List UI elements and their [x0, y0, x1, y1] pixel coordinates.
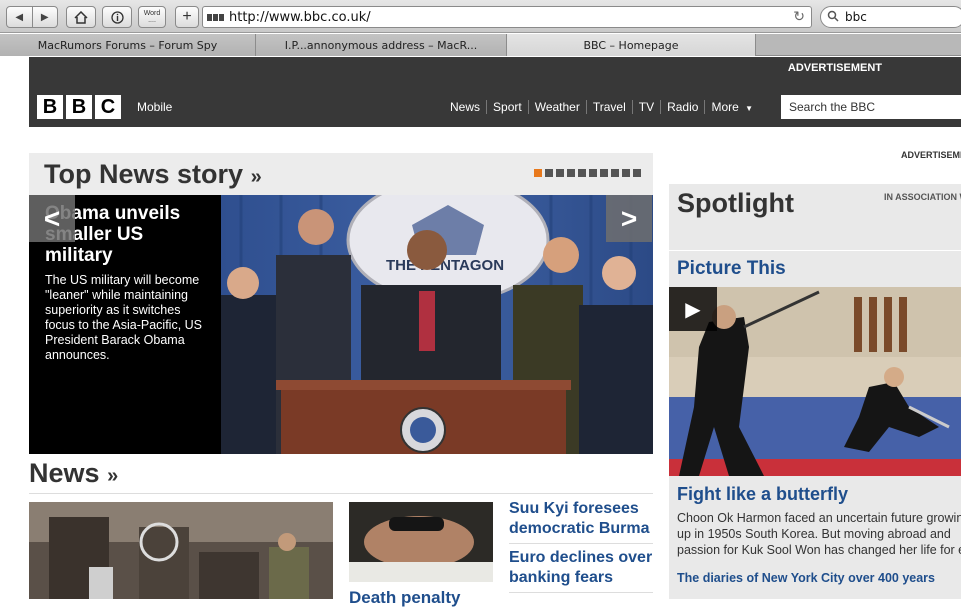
- carousel-dot[interactable]: [600, 169, 608, 177]
- nav-more-label: More: [711, 100, 739, 114]
- explosion-scene-photo[interactable]: [29, 502, 333, 599]
- headline-divider: [509, 543, 653, 544]
- chevron-right-icon: »: [250, 166, 262, 188]
- nav-tv[interactable]: TV: [631, 100, 660, 114]
- spotlight-body-line: up in 1950s South Korea. But moving abro…: [677, 527, 951, 541]
- hospital-bed-photo[interactable]: [349, 502, 493, 582]
- add-bookmark-button[interactable]: +: [175, 6, 199, 28]
- spotlight-body: Choon Ok Harmon faced an uncertain futur…: [677, 510, 961, 558]
- back-forward-buttons: ◀ ▶: [6, 6, 58, 28]
- browser-search-field[interactable]: bbc: [820, 6, 961, 28]
- browser-toolbar: ◀ ▶ Word .... + http://www.bbc.co.uk/ ↻ …: [0, 0, 961, 33]
- association-label: IN ASSOCIATION WITH: [884, 192, 961, 202]
- spotlight-panel: Spotlight IN ASSOCIATION WITH Picture Th…: [669, 184, 961, 599]
- logo-block-b2: B: [66, 95, 92, 119]
- search-text: bbc: [845, 10, 867, 24]
- carousel-dot[interactable]: [611, 169, 619, 177]
- nav-radio[interactable]: Radio: [660, 100, 704, 114]
- spotlight-body-line: passion for Kuk Sool Won has changed her…: [677, 543, 961, 557]
- carousel-indicator: [534, 169, 641, 177]
- home-button[interactable]: [66, 6, 96, 28]
- play-button[interactable]: ▶: [669, 287, 717, 331]
- headline-divider: [509, 592, 653, 593]
- picture-this-link[interactable]: Picture This: [677, 258, 786, 280]
- bbc-favicon-icon: [207, 13, 225, 21]
- advertisement-label: ADVERTISEMENT: [787, 62, 882, 74]
- tab-bbc-homepage[interactable]: BBC – Homepage: [507, 34, 756, 56]
- carousel-next-button[interactable]: >: [606, 195, 652, 242]
- top-news-title-text: Top News story: [44, 159, 244, 189]
- info-icon: [110, 10, 124, 24]
- nav-more[interactable]: More ▼: [704, 100, 759, 114]
- address-bar[interactable]: http://www.bbc.co.uk/ ↻: [202, 6, 812, 28]
- news-headline-suu-kyi[interactable]: Suu Kyi foresees democratic Burma: [509, 499, 657, 539]
- tab-macrumors-spy[interactable]: MacRumors Forums – Forum Spy: [0, 34, 256, 56]
- press-conference-photo[interactable]: THE PENTAGON: [221, 195, 653, 454]
- mobile-link[interactable]: Mobile: [137, 100, 172, 114]
- address-text: http://www.bbc.co.uk/: [229, 9, 371, 25]
- spotlight-link[interactable]: The diaries of New York City over 400 ye…: [677, 571, 935, 585]
- news-headline-death-penalty[interactable]: Death penalty: [349, 588, 460, 608]
- top-navigation: News Sport Weather Travel TV Radio More …: [444, 100, 759, 114]
- logo-block-c: C: [95, 95, 121, 119]
- tab-bar: MacRumors Forums – Forum Spy I.P...annon…: [0, 34, 961, 56]
- spotlight-title: Spotlight: [677, 188, 794, 218]
- carousel-dot[interactable]: [633, 169, 641, 177]
- forward-button[interactable]: ▶: [31, 7, 58, 27]
- nav-news[interactable]: News: [444, 100, 486, 114]
- news-section-title[interactable]: News »: [29, 458, 118, 489]
- word-dots: ....: [148, 17, 156, 24]
- nav-weather[interactable]: Weather: [527, 100, 586, 114]
- word-label: Word: [143, 10, 161, 17]
- logo-block-b1: B: [37, 95, 63, 119]
- carousel-dot[interactable]: [534, 169, 542, 177]
- carousel-dot[interactable]: [578, 169, 586, 177]
- spotlight-divider: [669, 250, 961, 251]
- top-story-summary: The US military will become "leaner" whi…: [45, 273, 203, 362]
- top-story-panel: Obama unveils smaller US military The US…: [29, 195, 653, 454]
- top-news-header: Top News story »: [29, 153, 653, 195]
- carousel-dot[interactable]: [567, 169, 575, 177]
- top-news-title[interactable]: Top News story »: [44, 159, 262, 190]
- reload-icon[interactable]: ↻: [793, 9, 805, 25]
- bbc-search-input[interactable]: Search the BBC: [781, 95, 961, 119]
- spotlight-body-line: Choon Ok Harmon faced an uncertain futur…: [677, 511, 961, 525]
- search-icon: [827, 10, 839, 25]
- home-icon: [74, 10, 88, 24]
- carousel-dot[interactable]: [589, 169, 597, 177]
- carousel-dot[interactable]: [556, 169, 564, 177]
- news-divider: [29, 493, 653, 494]
- carousel-dot[interactable]: [545, 169, 553, 177]
- pentagon-sign-text: THE PENTAGON: [386, 257, 504, 274]
- side-advertisement-label: ADVERTISEMENT: [901, 150, 961, 160]
- bbc-logo[interactable]: B B C: [37, 95, 121, 119]
- tab-macrumors-ip[interactable]: I.P...annonymous address – MacR...: [256, 34, 507, 56]
- nav-travel[interactable]: Travel: [585, 100, 632, 114]
- news-headline-euro[interactable]: Euro declines over banking fears: [509, 548, 657, 588]
- carousel-dot[interactable]: [622, 169, 630, 177]
- chevron-down-icon: ▼: [745, 104, 754, 113]
- word-bookmarklet-button[interactable]: Word ....: [138, 6, 166, 28]
- info-button[interactable]: [102, 6, 132, 28]
- spotlight-headline[interactable]: Fight like a butterfly: [677, 484, 848, 505]
- plus-icon: +: [182, 8, 192, 25]
- chevron-right-icon: »: [107, 465, 119, 487]
- bbc-masthead: ADVERTISEMENT B B C Mobile News Sport We…: [29, 57, 961, 127]
- news-title-text: News: [29, 458, 100, 488]
- nav-sport[interactable]: Sport: [486, 100, 528, 114]
- carousel-prev-button[interactable]: <: [29, 195, 75, 242]
- play-icon: ▶: [685, 298, 701, 321]
- back-button[interactable]: ◀: [7, 7, 32, 27]
